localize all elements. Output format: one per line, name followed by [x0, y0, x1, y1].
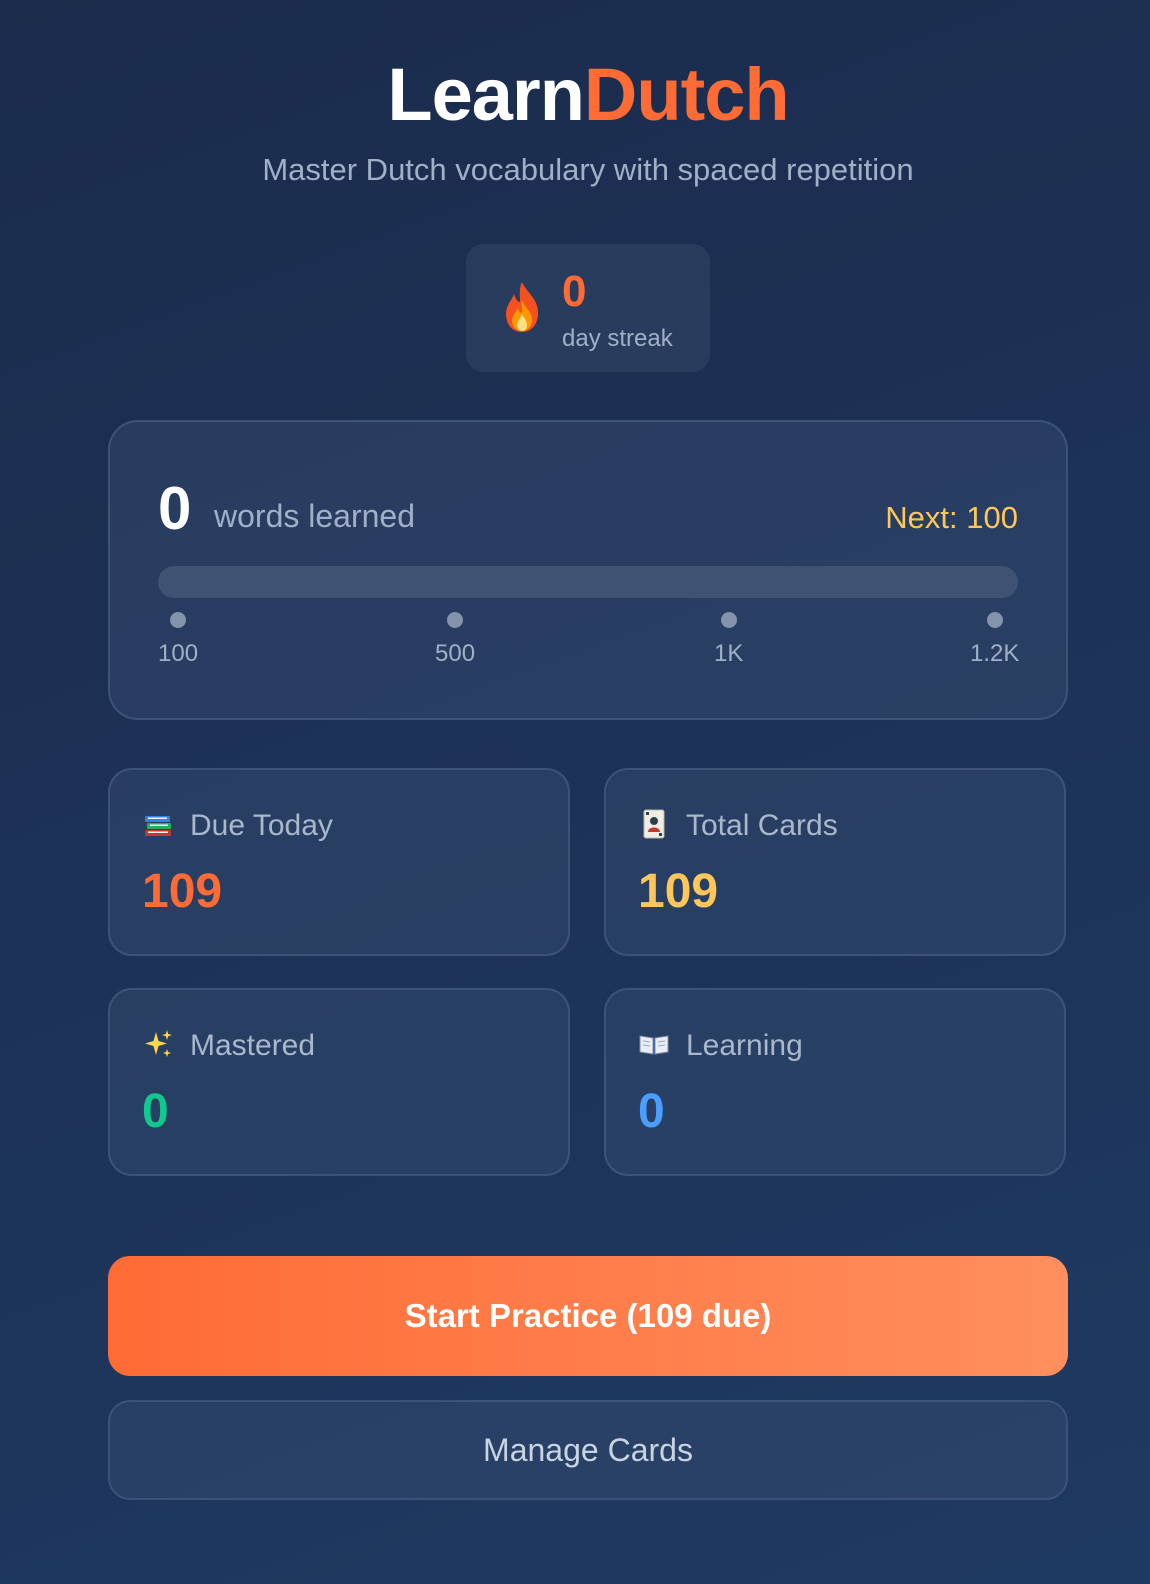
- stat-value: 109: [638, 865, 719, 918]
- stat-label: Total Cards: [686, 809, 838, 842]
- streak-count: 0: [562, 267, 587, 316]
- progress-bar: [158, 566, 1018, 598]
- streak-card: 0 day streak: [466, 244, 710, 372]
- stat-value: 109: [142, 865, 223, 918]
- stat-label: Learning: [686, 1029, 803, 1062]
- words-learned-label: words learned: [214, 498, 415, 534]
- stat-value: 0: [142, 1085, 169, 1138]
- milestone-dot: [720, 612, 737, 628]
- milestone-label: 500: [435, 640, 476, 667]
- stat-due-today: Due Today 109: [108, 768, 570, 956]
- stat-value: 0: [638, 1085, 665, 1138]
- app-logo: LearnDutch: [108, 50, 1068, 140]
- next-milestone: Next: 100: [885, 500, 1018, 535]
- fire-icon: [506, 282, 538, 332]
- milestone-dot: [447, 612, 464, 628]
- stat-learning: Learning 0: [604, 988, 1066, 1176]
- start-practice-button[interactable]: Start Practice (109 due): [108, 1256, 1068, 1376]
- milestone-label: 1.2K: [970, 640, 1020, 667]
- open-book-icon: [639, 1035, 669, 1055]
- manage-cards-button[interactable]: Manage Cards: [108, 1400, 1068, 1500]
- stat-mastered: Mastered 0: [108, 988, 570, 1176]
- words-progress-card: 0 words learned Next: 100 100 500 1K 1.2…: [108, 420, 1068, 720]
- stat-label: Mastered: [190, 1029, 316, 1062]
- books-icon: [145, 816, 171, 836]
- milestone-1-2k: 1.2K: [970, 612, 1019, 668]
- milestone-dot: [986, 612, 1003, 628]
- logo-learn: Learn: [387, 53, 585, 136]
- sparkles-icon: [145, 1030, 172, 1057]
- milestone-500: 500: [435, 612, 475, 668]
- stat-label: Due Today: [190, 809, 333, 842]
- logo-dutch: Dutch: [583, 53, 790, 136]
- milestone-100: 100: [158, 612, 198, 668]
- stat-total-cards: Total Cards 109: [604, 768, 1066, 956]
- milestone-1k: 1K: [714, 612, 743, 668]
- milestone-dot: [170, 612, 187, 628]
- milestone-label: 1K: [714, 640, 744, 667]
- milestone-label: 100: [158, 640, 199, 667]
- streak-label: day streak: [562, 325, 673, 352]
- app-subtitle: Master Dutch vocabulary with spaced repe…: [262, 152, 914, 187]
- words-learned-count: 0: [158, 475, 192, 542]
- playing-card-icon: [643, 809, 665, 839]
